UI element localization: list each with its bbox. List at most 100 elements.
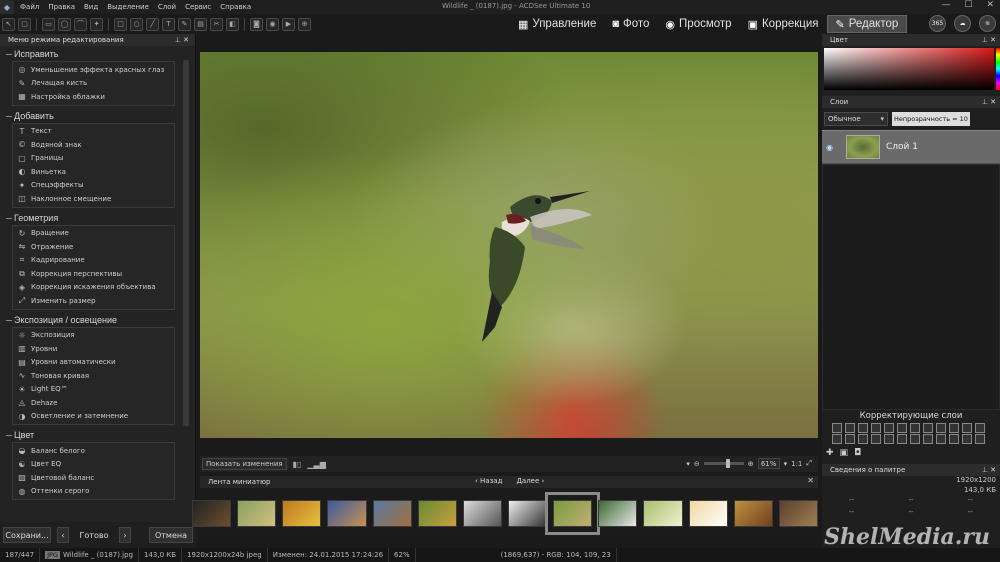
adjustment-layer-icon[interactable]	[936, 423, 946, 433]
record-icon[interactable]: ◉	[266, 17, 279, 31]
adjustment-layer-icon[interactable]	[936, 434, 946, 444]
adjustment-layer-icon[interactable]	[884, 423, 894, 433]
mode-tab[interactable]: ▣ Коррекция	[740, 15, 827, 33]
adjustment-layer-icon[interactable]	[845, 434, 855, 444]
pin-close-icons[interactable]: ⊥ ✕	[175, 36, 189, 44]
add-layer-icon[interactable]: ✚	[826, 448, 834, 458]
line-icon[interactable]: ╱	[146, 17, 159, 31]
thumbnail[interactable]	[327, 500, 367, 527]
thumbnail[interactable]	[507, 500, 548, 527]
adjustment-layer-icon[interactable]	[975, 434, 985, 444]
tool-item[interactable]: ▨ Цветовой баланс	[13, 471, 174, 485]
fit-icon[interactable]: ⤢	[806, 459, 812, 468]
thumbnail[interactable]	[237, 500, 277, 527]
visibility-eye-icon[interactable]: ◉	[826, 143, 840, 152]
section-title[interactable]: Исправить	[0, 46, 195, 61]
histogram-icon[interactable]: ▁▃▆	[307, 460, 325, 469]
thumbnail[interactable]	[733, 500, 773, 527]
mode-tab[interactable]: ◉ Просмотр	[657, 15, 739, 33]
tool-item[interactable]: ◫ Наклонное смещение	[13, 192, 174, 206]
thumbnail[interactable]	[598, 500, 638, 527]
menu-item[interactable]: Сервис	[185, 3, 211, 11]
layer-mask-icon[interactable]: ▣	[840, 448, 849, 458]
hue-slider[interactable]	[996, 48, 1000, 90]
adjustment-layer-icon[interactable]	[962, 434, 972, 444]
tool-item[interactable]: ◎ Уменьшение эффекта красных глаз	[13, 63, 174, 77]
thumbnail[interactable]	[372, 500, 412, 527]
cancel-button[interactable]: Отмена	[149, 527, 193, 543]
zoom-dropdown-icon[interactable]: ▾	[686, 460, 690, 468]
ellipse-select-icon[interactable]: ◯	[58, 17, 71, 31]
tool-item[interactable]: ✎ Лечащая кисть	[13, 77, 174, 91]
layer-row[interactable]: ◉ Слой 1	[822, 130, 1000, 164]
tool-item[interactable]: © Водяной знак	[13, 138, 174, 152]
tool-item[interactable]: ▢ Границы	[13, 152, 174, 166]
tool-item[interactable]: ◑ Осветление и затемнение	[13, 410, 174, 424]
rect-select-icon[interactable]: ▭	[42, 17, 55, 31]
tool-item[interactable]: ◬ Dehaze	[13, 396, 174, 410]
adjustment-layer-icon[interactable]	[858, 423, 868, 433]
adjustment-layer-icon[interactable]	[832, 434, 842, 444]
swatch-icon[interactable]: ◧	[226, 17, 239, 31]
close-button[interactable]: ✕	[986, 0, 994, 10]
menu-item[interactable]: Правка	[48, 3, 75, 11]
save-button[interactable]: Сохрани...	[3, 527, 51, 543]
tool-item[interactable]: ▤ Уровни автоматически	[13, 356, 174, 370]
show-changes-button[interactable]: Показать изменения	[202, 458, 287, 470]
panel-scrollbar[interactable]	[183, 60, 189, 426]
pin-close-icons[interactable]: ⊥ ✕	[982, 36, 996, 44]
tool-item[interactable]: ⌗ Кадрирование	[13, 254, 174, 268]
rectangle-icon[interactable]: □	[114, 17, 127, 31]
section-title[interactable]: Экспозиция / освещение	[0, 312, 195, 327]
maximize-button[interactable]: ☐	[964, 0, 972, 10]
tool-item[interactable]: ✦ Спецэффекты	[13, 179, 174, 193]
thumbnail[interactable]	[192, 500, 232, 527]
minimize-button[interactable]: —	[941, 0, 950, 10]
mode-tab[interactable]: ◙ Фото	[604, 15, 657, 33]
tool-item[interactable]: ☯ Цвет EQ	[13, 458, 174, 472]
thumbnail[interactable]	[417, 500, 457, 527]
adjustment-layer-icon[interactable]	[897, 434, 907, 444]
magic-wand-icon[interactable]: ✦	[90, 17, 103, 31]
thumbnail[interactable]	[545, 492, 601, 535]
mask-icon[interactable]: ◙	[250, 17, 263, 31]
adjustment-layer-icon[interactable]	[897, 423, 907, 433]
next-button[interactable]: Далее ›	[516, 477, 544, 485]
tool-item[interactable]: ⧉ Коррекция перспективы	[13, 267, 174, 281]
prev-arrow-icon[interactable]: ‹	[57, 527, 69, 543]
thumbnail[interactable]	[778, 500, 818, 527]
zoom-slider[interactable]	[703, 459, 744, 468]
cloud-sync-icon[interactable]: ☁	[954, 15, 971, 32]
mode-tab[interactable]: ✎ Редактор	[826, 15, 908, 33]
wifi-icon[interactable]: ≋	[979, 15, 996, 32]
circle-icon[interactable]: ○	[130, 17, 143, 31]
adjustment-layer-icon[interactable]	[858, 434, 868, 444]
tool-item[interactable]: ◍ Оттенки серого	[13, 485, 174, 499]
tool-item[interactable]: ◈ Коррекция искажения объектива	[13, 281, 174, 295]
app-logo-icon[interactable]: ◆	[0, 0, 14, 14]
adjustment-layer-icon[interactable]	[910, 434, 920, 444]
clone-icon[interactable]: ✂	[210, 17, 223, 31]
blend-mode-select[interactable]: Обычное	[824, 112, 888, 126]
tool-item[interactable]: ⇋ Отражение	[13, 240, 174, 254]
menu-item[interactable]: Выделение	[107, 3, 149, 11]
close-icon[interactable]: ✕	[807, 476, 814, 485]
tool-item[interactable]: ◐ Виньетка	[13, 165, 174, 179]
menu-item[interactable]: Слой	[158, 3, 176, 11]
adjustment-layer-icon[interactable]	[949, 434, 959, 444]
color-picker[interactable]	[824, 48, 1000, 90]
menu-item[interactable]: Вид	[84, 3, 98, 11]
adjustment-layer-icon[interactable]	[832, 423, 842, 433]
zoom-in-icon[interactable]: ⊕	[748, 460, 754, 468]
adjustment-layer-icon[interactable]	[910, 423, 920, 433]
target-icon[interactable]: ⊕	[298, 17, 311, 31]
move-tool-icon[interactable]: ↖	[2, 17, 15, 31]
tool-item[interactable]: ◒ Баланс белого	[13, 444, 174, 458]
adjustment-layer-icon[interactable]	[923, 434, 933, 444]
adjustment-layer-icon[interactable]	[884, 434, 894, 444]
calendar-365-icon[interactable]: 365	[929, 15, 946, 32]
adjustment-layer-icon[interactable]	[871, 434, 881, 444]
section-title[interactable]: Добавить	[0, 108, 195, 123]
brush-icon[interactable]: ✎	[178, 17, 191, 31]
section-title[interactable]: Геометрия	[0, 210, 195, 225]
